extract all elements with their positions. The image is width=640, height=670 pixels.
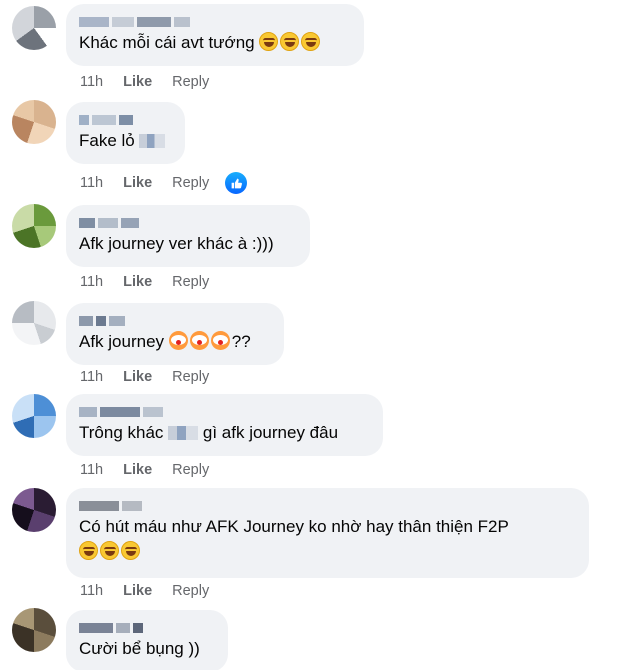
blurred-text xyxy=(139,134,166,148)
comment-text: Afk journey ?? xyxy=(79,331,251,351)
reply-button[interactable]: Reply xyxy=(172,462,209,478)
clown-emoji-icon xyxy=(189,331,209,350)
comment-text: Có hút máu như AFK Journey ko nhờ hay th… xyxy=(79,517,509,536)
comment-text: Khác mỗi cái avt tướng xyxy=(79,32,351,54)
author-name-blurred[interactable] xyxy=(79,403,370,417)
timestamp[interactable]: 11h xyxy=(80,369,103,385)
comment-text: Trông khác gì afk journey đâu xyxy=(79,423,339,442)
author-name-blurred[interactable] xyxy=(79,214,297,228)
comment-bubble: Afk journey ver khác à :))) xyxy=(66,205,310,267)
reply-button[interactable]: Reply xyxy=(172,583,209,599)
comment-feed: Khác mỗi cái avt tướng 11h Like Reply Fa… xyxy=(0,0,640,670)
like-button[interactable]: Like xyxy=(123,274,152,290)
like-button[interactable]: Like xyxy=(123,583,152,599)
like-button[interactable]: Like xyxy=(123,74,152,90)
comment-text: Afk journey ver khác à :))) xyxy=(79,234,274,253)
timestamp[interactable]: 11h xyxy=(80,583,103,599)
comment-emojis xyxy=(79,541,576,563)
reply-button[interactable]: Reply xyxy=(172,274,209,290)
comment-text: Cười bể bụng )) xyxy=(79,639,200,658)
reply-button[interactable]: Reply xyxy=(172,74,209,90)
author-name-blurred[interactable] xyxy=(79,13,351,27)
rofl-emoji-icon xyxy=(280,32,300,51)
author-name-blurred[interactable] xyxy=(79,619,215,633)
like-button[interactable]: Like xyxy=(123,175,152,191)
like-button[interactable]: Like xyxy=(123,369,152,385)
avatar[interactable] xyxy=(12,394,56,438)
avatar[interactable] xyxy=(12,204,56,248)
timestamp[interactable]: 11h xyxy=(80,74,103,90)
like-button[interactable]: Like xyxy=(123,462,152,478)
timestamp[interactable]: 11h xyxy=(80,175,103,191)
blurred-text xyxy=(168,426,199,440)
comment-bubble: Fake lỏ xyxy=(66,102,185,164)
comment-actions: 11h Like Reply xyxy=(80,583,229,599)
comment-actions: 11h Like Reply xyxy=(80,172,267,194)
author-name-blurred[interactable] xyxy=(79,312,271,326)
author-name-blurred[interactable] xyxy=(79,111,172,125)
reply-button[interactable]: Reply xyxy=(172,369,209,385)
avatar[interactable] xyxy=(12,488,56,532)
timestamp[interactable]: 11h xyxy=(80,274,103,290)
reply-button[interactable]: Reply xyxy=(172,175,209,191)
timestamp[interactable]: 11h xyxy=(80,462,103,478)
author-name-blurred[interactable] xyxy=(79,497,576,511)
comment-text: Fake lỏ xyxy=(79,130,172,152)
comment-bubble: Cười bể bụng )) xyxy=(66,610,228,670)
avatar[interactable] xyxy=(12,301,56,345)
clown-emoji-icon xyxy=(168,331,188,350)
rofl-emoji-icon xyxy=(121,541,140,560)
avatar[interactable] xyxy=(12,100,56,144)
comment-actions: 11h Like Reply xyxy=(80,74,229,90)
rofl-emoji-icon xyxy=(79,541,98,560)
comment-actions: 11h Like Reply xyxy=(80,274,229,290)
avatar[interactable] xyxy=(12,6,56,50)
rofl-emoji-icon xyxy=(100,541,119,560)
rofl-emoji-icon xyxy=(259,32,279,51)
comment-bubble: Trông khác gì afk journey đâu xyxy=(66,394,383,456)
avatar[interactable] xyxy=(12,608,56,652)
clown-emoji-icon xyxy=(210,331,230,350)
rofl-emoji-icon xyxy=(301,32,321,51)
comment-actions: 11h Like Reply xyxy=(80,369,229,385)
comment-bubble: Afk journey ?? xyxy=(66,303,284,365)
thumbs-up-icon[interactable] xyxy=(225,172,248,194)
comment-bubble: Có hút máu như AFK Journey ko nhờ hay th… xyxy=(66,488,589,578)
comment-actions: 11h Like Reply xyxy=(80,462,229,478)
comment-bubble: Khác mỗi cái avt tướng xyxy=(66,4,364,66)
